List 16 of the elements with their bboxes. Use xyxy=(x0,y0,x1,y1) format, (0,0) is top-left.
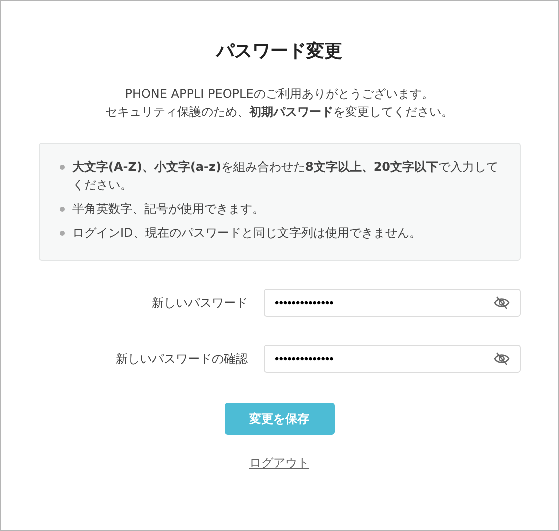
page-title: パスワード変更 xyxy=(216,40,342,63)
eye-slash-icon[interactable] xyxy=(494,296,510,310)
bullet-icon xyxy=(60,165,64,170)
bullet-icon xyxy=(60,231,64,236)
eye-slash-icon[interactable] xyxy=(494,352,510,366)
rule-text: 大文字(A-Z)、小文字(a-z)を組み合わせた8文字以上、20文字以下で入力してください。 xyxy=(72,159,500,194)
bullet-icon xyxy=(60,207,64,212)
field-label: 新しいパスワード xyxy=(151,294,249,312)
password-field[interactable]: •••••••••••••• xyxy=(264,345,521,373)
field-label: 新しいパスワードの確認 xyxy=(115,350,249,368)
rule-text: 半角英数字、記号が使用できます。 xyxy=(72,201,264,218)
rule-text: ログインID、現在のパスワードと同じ文字列は使用できません。 xyxy=(72,225,422,242)
logout-link[interactable]: ログアウト xyxy=(250,455,310,472)
intro-text: PHONE APPLI PEOPLEのご利用ありがとうございます。 xyxy=(124,86,435,103)
intro-text: セキュリティ保護のため、初期パスワードを変更してください。 xyxy=(106,104,454,121)
password-field[interactable]: •••••••••••••• xyxy=(264,289,521,317)
